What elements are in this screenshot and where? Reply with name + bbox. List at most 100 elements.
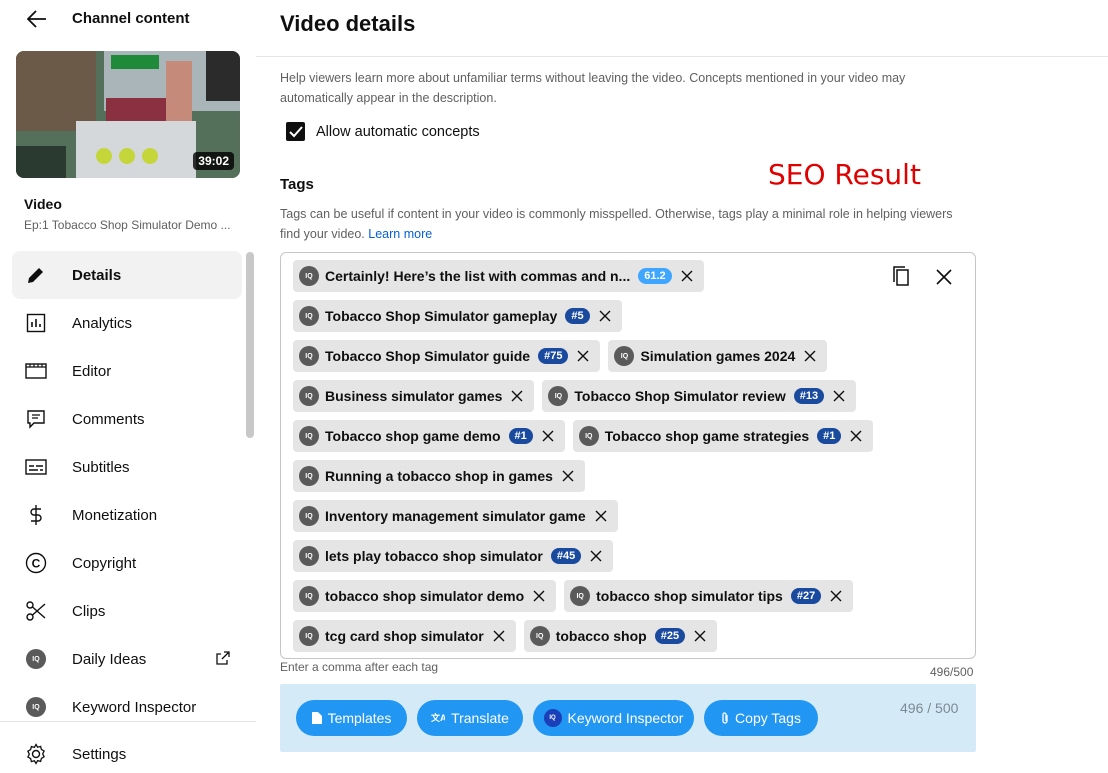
- iq-icon: IQ: [570, 586, 591, 606]
- tag-chip[interactable]: IQ Simulation games 2024: [608, 340, 828, 372]
- sidebar-item-clips[interactable]: Clips: [12, 587, 242, 635]
- tag-chip[interactable]: IQ Running a tobacco shop in games: [293, 460, 585, 492]
- copy-tags-label: Copy Tags: [735, 710, 801, 726]
- tag-chip[interactable]: IQ Certainly! Here’s the list with commas…: [293, 260, 704, 292]
- header-divider: [256, 56, 1108, 57]
- iq-icon: IQ: [299, 546, 319, 566]
- iq-icon: IQ: [299, 506, 319, 526]
- sidebar-item-monetization[interactable]: Monetization: [12, 491, 242, 539]
- sidebar-item-details[interactable]: Details: [12, 251, 242, 299]
- tag-chip[interactable]: IQ Tobacco Shop Simulator guide #75: [293, 340, 601, 372]
- templates-button[interactable]: Templates: [296, 700, 407, 736]
- sidebar-item-keyword-inspector[interactable]: IQ Keyword Inspector: [12, 683, 242, 731]
- remove-tag-icon[interactable]: [561, 469, 575, 483]
- tag-chip[interactable]: IQ tobacco shop #25: [523, 620, 718, 652]
- allow-concepts-checkbox[interactable]: Allow automatic concepts: [286, 122, 480, 141]
- sidebar-item-subtitles[interactable]: Subtitles: [12, 443, 242, 491]
- tag-row: IQ Business simulator games IQ Tobacco Shop…: [293, 380, 864, 412]
- remove-tag-icon[interactable]: [532, 589, 546, 603]
- tag-chip[interactable]: IQ Tobacco Shop Simulator gameplay #5: [293, 300, 622, 332]
- copy-tags-button[interactable]: Copy Tags: [704, 700, 818, 736]
- tag-row: IQ tobacco shop simulator demo IQ tobacco s…: [293, 580, 861, 612]
- tag-chip[interactable]: IQ Business simulator games: [293, 380, 535, 412]
- tag-chip[interactable]: IQ Tobacco shop game strategies #1: [572, 420, 874, 452]
- remove-tag-icon[interactable]: [492, 629, 506, 643]
- tag-chip[interactable]: IQ lets play tobacco shop simulator #45: [293, 540, 614, 572]
- sidebar-nav: Details Analytics Editor Comments Subtit…: [12, 251, 242, 731]
- scissors-icon: [24, 599, 48, 623]
- iq-icon: IQ: [543, 709, 562, 727]
- sidebar-item-daily-ideas[interactable]: IQ Daily Ideas: [12, 635, 242, 683]
- tag-text: Tobacco Shop Simulator guide: [325, 348, 531, 364]
- tag-text: Tobacco shop game strategies: [604, 428, 810, 444]
- svg-text:文A: 文A: [431, 712, 445, 723]
- tag-text: Tobacco Shop Simulator gameplay: [325, 308, 558, 324]
- learn-more-link[interactable]: Learn more: [368, 227, 432, 241]
- iq-icon: IQ: [299, 266, 319, 286]
- iq-icon: IQ: [529, 626, 550, 646]
- copyright-icon: C: [24, 551, 48, 575]
- sidebar-item-settings[interactable]: Settings: [12, 730, 242, 773]
- tag-rank-badge: #75: [538, 348, 569, 364]
- remove-tag-icon[interactable]: [589, 549, 603, 563]
- sidebar-item-label: Copyright: [72, 554, 137, 572]
- sidebar-item-label: Subtitles: [72, 458, 130, 476]
- tag-text: Business simulator games: [325, 388, 503, 404]
- video-thumbnail[interactable]: 39:02: [16, 51, 240, 178]
- sidebar: Channel content 39:02 Video Ep:1 Tobacco…: [0, 0, 256, 773]
- remove-tag-icon[interactable]: [576, 349, 590, 363]
- tag-text: Certainly! Here’s the list with commas a…: [325, 268, 631, 284]
- copy-icon[interactable]: [890, 265, 914, 289]
- concepts-description: Help viewers learn more about unfamiliar…: [280, 71, 906, 105]
- remove-tag-icon[interactable]: [541, 429, 555, 443]
- templates-label: Templates: [327, 710, 392, 726]
- remove-tag-icon[interactable]: [510, 389, 524, 403]
- sidebar-item-label: Analytics: [72, 314, 133, 332]
- tags-description: Tags can be useful if content in your vi…: [280, 204, 960, 244]
- remove-tag-icon[interactable]: [693, 629, 707, 643]
- tag-chip[interactable]: IQ Inventory management simulator game: [293, 500, 618, 532]
- close-icon[interactable]: [932, 265, 956, 289]
- translate-button[interactable]: 文A Translate: [417, 700, 523, 736]
- sidebar-item-analytics[interactable]: Analytics: [12, 299, 242, 347]
- iq-icon: IQ: [299, 626, 319, 646]
- sidebar-item-copyright[interactable]: C Copyright: [12, 539, 242, 587]
- tag-text: tcg card shop simulator: [325, 628, 484, 644]
- remove-tag-icon[interactable]: [803, 349, 817, 363]
- checkmark-icon[interactable]: [286, 122, 305, 141]
- sidebar-divider: [0, 721, 256, 722]
- sidebar-scrollbar[interactable]: [246, 252, 254, 438]
- tag-rank-badge: #5: [565, 308, 590, 324]
- sidebar-item-label: Editor: [72, 362, 112, 380]
- sidebar-item-label: Daily Ideas: [72, 650, 147, 668]
- subtitles-icon: [24, 455, 48, 479]
- document-icon: [311, 712, 322, 724]
- tag-chip[interactable]: IQ Tobacco Shop Simulator review #13: [542, 380, 857, 412]
- allow-concepts-label: Allow automatic concepts: [316, 123, 480, 140]
- external-link-icon: [216, 651, 230, 670]
- tag-chip[interactable]: IQ Tobacco shop game demo #1: [293, 420, 565, 452]
- sidebar-item-editor[interactable]: Editor: [12, 347, 242, 395]
- remove-tag-icon[interactable]: [680, 269, 694, 283]
- tag-chip[interactable]: IQ tobacco shop simulator tips #27: [564, 580, 854, 612]
- remove-tag-icon[interactable]: [832, 389, 846, 403]
- tag-chip[interactable]: IQ tcg card shop simulator: [293, 620, 516, 652]
- remove-tag-icon[interactable]: [598, 309, 612, 323]
- video-label: Video: [24, 196, 62, 212]
- remove-tag-icon[interactable]: [849, 429, 863, 443]
- tags-hint: Enter a comma after each tag: [280, 660, 439, 674]
- translate-icon: 文A: [431, 712, 445, 724]
- back-arrow-icon[interactable]: [24, 7, 50, 31]
- remove-tag-icon[interactable]: [829, 589, 843, 603]
- sidebar-item-comments[interactable]: Comments: [12, 395, 242, 443]
- keyword-inspector-button[interactable]: IQ Keyword Inspector: [533, 700, 694, 736]
- iq-icon: IQ: [299, 386, 319, 406]
- tag-rank-badge: #13: [793, 388, 825, 404]
- extension-toolbar: Templates 文A Translate IQ Keyword Inspec…: [280, 684, 976, 752]
- tags-input-box[interactable]: IQ Certainly! Here’s the list with commas…: [280, 252, 976, 659]
- tag-row: IQ Running a tobacco shop in games: [293, 460, 593, 492]
- gear-icon: [24, 742, 48, 766]
- remove-tag-icon[interactable]: [594, 509, 608, 523]
- tag-chip[interactable]: IQ tobacco shop simulator demo: [293, 580, 557, 612]
- comments-icon: [24, 407, 48, 431]
